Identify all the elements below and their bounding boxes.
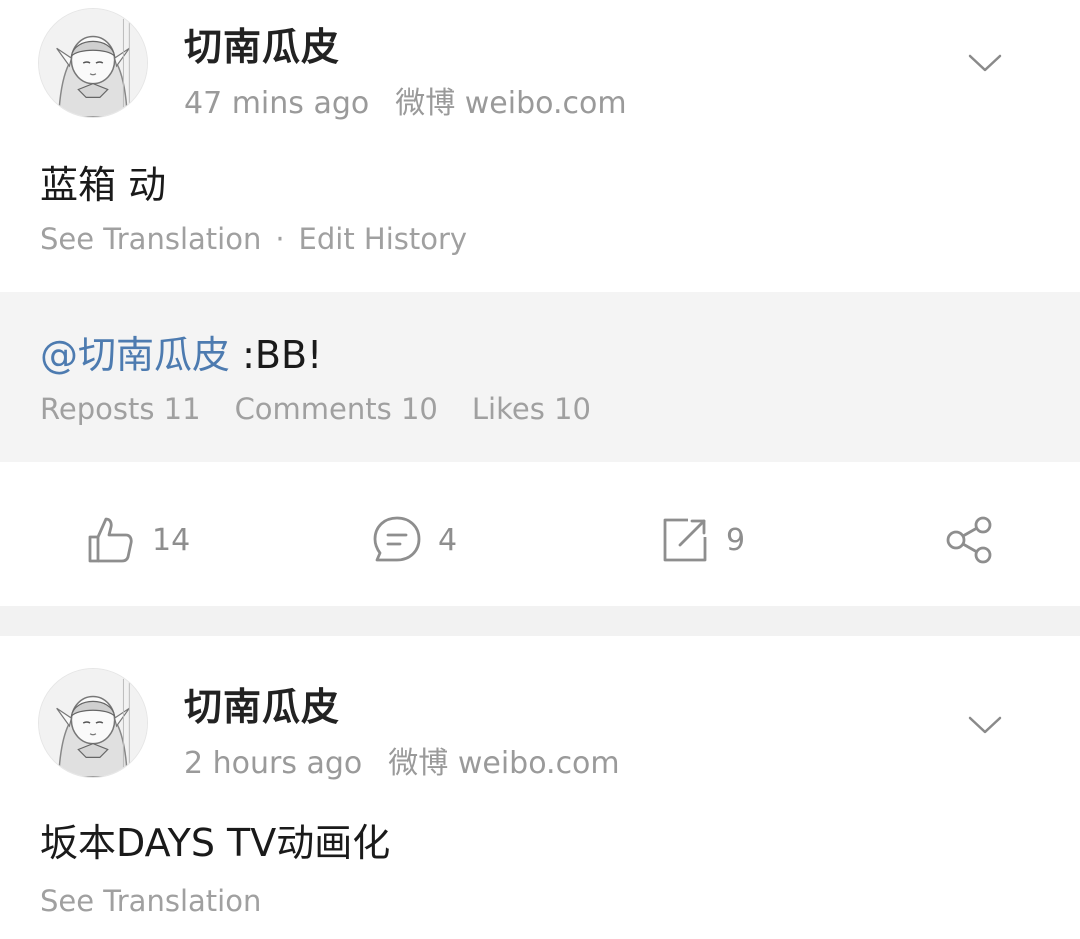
see-translation-link[interactable]: See Translation [40, 884, 261, 918]
chevron-down-icon[interactable] [968, 714, 1002, 736]
avatar-illustration [39, 669, 147, 777]
post-meta: 47 mins ago 微博 weibo.com [184, 78, 627, 122]
avatar[interactable] [38, 8, 148, 118]
comment-count[interactable]: Comments 10 [235, 392, 438, 426]
share-icon [946, 516, 992, 564]
repost-text: @切南瓜皮 :BB! [40, 324, 322, 379]
link-separator: · [275, 222, 285, 256]
comment-icon [373, 516, 421, 562]
avatar[interactable] [38, 668, 148, 778]
avatar-illustration [39, 9, 147, 117]
comment-button[interactable]: 4 [372, 512, 457, 568]
repost-stats: Reposts 11 Comments 10 Likes 10 [40, 392, 625, 426]
thumbs-up-icon [88, 517, 133, 563]
post-time: 2 hours ago [184, 746, 363, 781]
repost-button[interactable]: 9 [660, 512, 745, 568]
author-name[interactable]: 切南瓜皮 [184, 16, 340, 71]
post-content: 蓝箱 动 [40, 163, 167, 207]
repost-count[interactable]: Reposts 11 [40, 392, 201, 426]
mention-link[interactable]: @切南瓜皮 [40, 333, 230, 377]
post-content: 坂本DAYS TV动画化 [40, 821, 391, 865]
author-name[interactable]: 切南瓜皮 [184, 676, 340, 731]
action-bar: 14 4 9 [0, 462, 1080, 606]
chevron-down-icon[interactable] [968, 52, 1002, 74]
post-meta: 2 hours ago 微博 weibo.com [184, 738, 620, 782]
post-links: See Translation [40, 884, 261, 918]
like-count-label: 14 [152, 522, 191, 558]
post-divider [0, 606, 1080, 636]
weibo-post: 切南瓜皮 2 hours ago 微博 weibo.com 坂本DAYS TV动画… [0, 636, 1080, 939]
post-source: 微博 weibo.com [395, 86, 627, 121]
like-button[interactable]: 14 [86, 512, 190, 568]
share-button[interactable] [944, 512, 994, 568]
edit-history-link[interactable]: Edit History [299, 222, 468, 256]
post-time: 47 mins ago [184, 86, 370, 121]
see-translation-link[interactable]: See Translation [40, 222, 261, 256]
repost-icon [663, 518, 707, 562]
post-links: See Translation · Edit History [40, 222, 467, 256]
comment-count-label: 4 [438, 522, 458, 558]
post-source: 微博 weibo.com [388, 746, 620, 781]
repost-count-label: 9 [726, 522, 746, 558]
like-count[interactable]: Likes 10 [472, 392, 591, 426]
repost-card[interactable]: @切南瓜皮 :BB! Reposts 11 Comments 10 Likes 10 [0, 292, 1080, 462]
weibo-post: 切南瓜皮 47 mins ago 微博 weibo.com 蓝箱 动 See Tr… [0, 0, 1080, 292]
repost-body: :BB! [230, 333, 323, 377]
